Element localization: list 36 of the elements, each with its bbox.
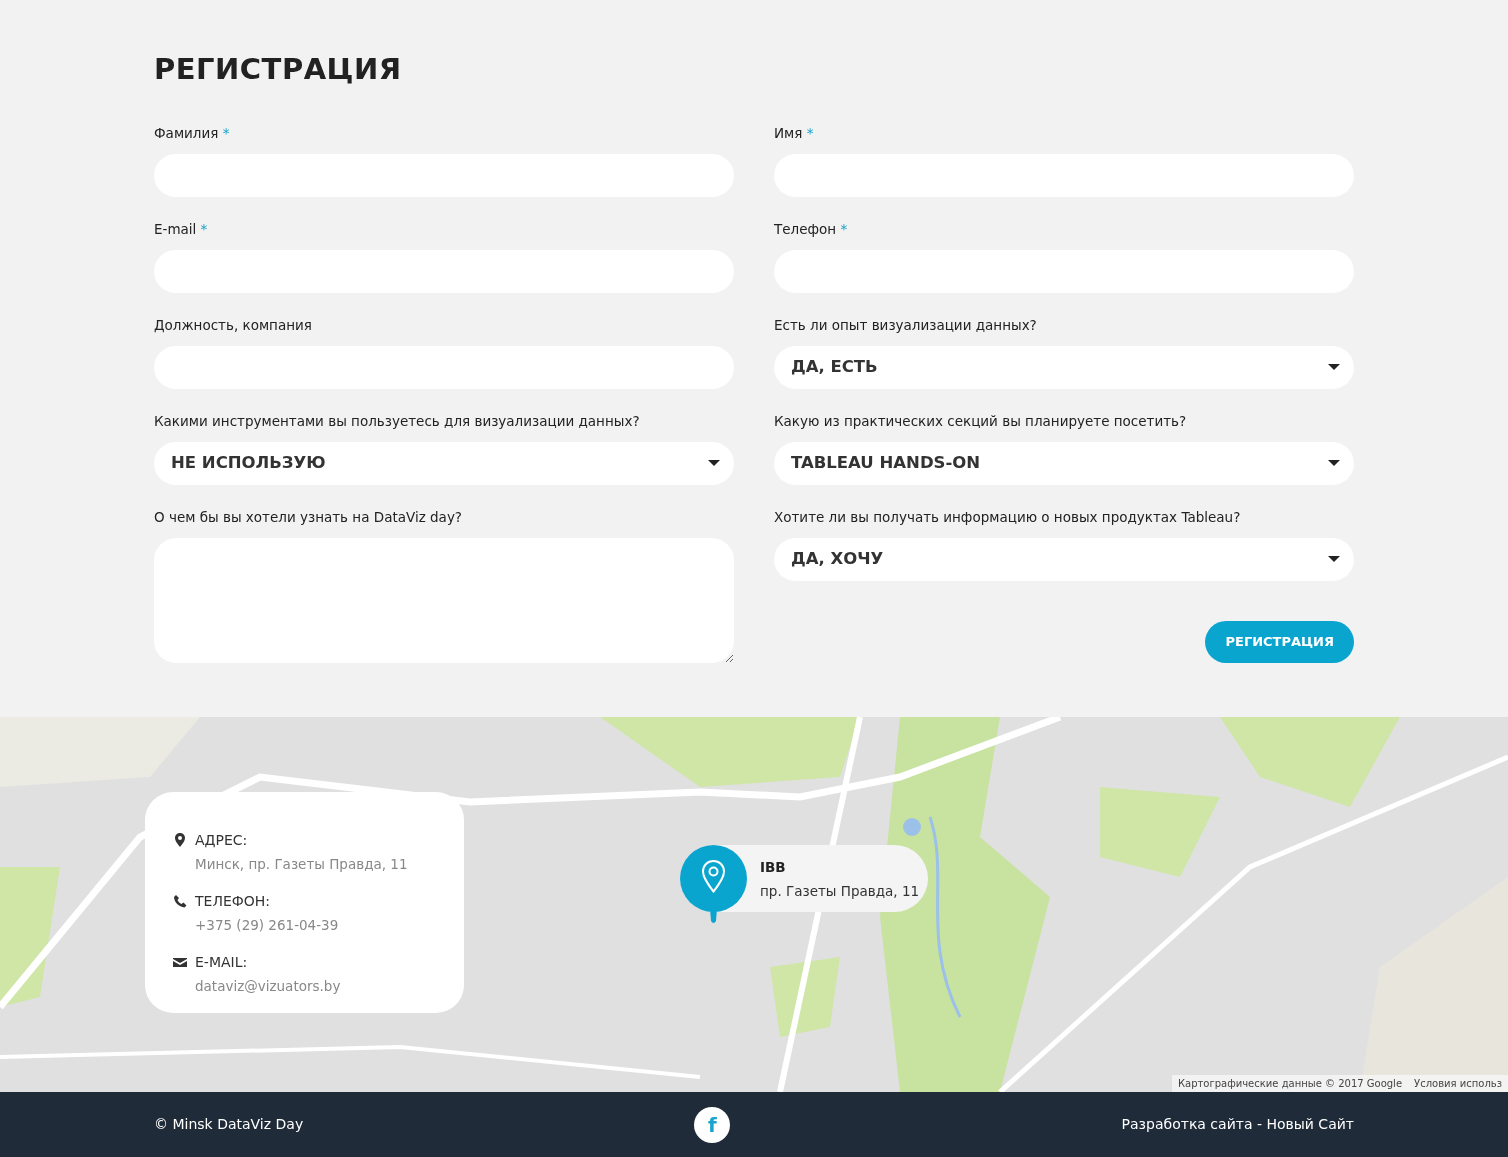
map-pin-icon[interactable] [680, 845, 747, 925]
map-attribution: Картографические данные © 2017 Google [1176, 1077, 1404, 1091]
credit-text: Разработка сайта - Новый Сайт [1121, 1115, 1354, 1134]
field-label: E-mail * [154, 219, 208, 239]
caret-icon [1328, 364, 1340, 371]
field-label: Фамилия * [154, 123, 230, 143]
field-label: Какими инструментами вы пользуетесь для визуализации данных? [154, 411, 640, 431]
text-area[interactable] [154, 537, 734, 663]
select-field[interactable]: ДА, ЕСТЬ [774, 345, 1354, 389]
contact-heading: АДРЕС: [195, 831, 248, 850]
field-label: Хотите ли вы получать информацию о новых продуктах Tableau? [774, 507, 1241, 527]
select-field[interactable]: TABLEAU HANDS-ON [774, 441, 1354, 485]
contact-heading: ТЕЛЕФОН: [195, 892, 271, 911]
contact-heading: E-MAIL: [195, 953, 248, 972]
caret-icon [708, 460, 720, 467]
contact-text: Минск, пр. Газеты Правда, 11 [195, 855, 408, 874]
select-field[interactable]: НЕ ИСПОЛЬЗУЮ [154, 441, 734, 485]
contact-text: dataviz@vizuators.by [195, 977, 341, 996]
field-label: Какую из практических секций вы планируете посетить? [774, 411, 1187, 431]
marker-address: пр. Газеты Правда, 11 [760, 881, 920, 901]
contact-text: +375 (29) 261-04-39 [195, 916, 339, 935]
field-label: Телефон * [774, 219, 848, 239]
terms-link[interactable]: Условия использ [1408, 1075, 1508, 1092]
select-field[interactable]: ДА, ХОЧУ [774, 537, 1354, 581]
field-label: Имя * [774, 123, 814, 143]
phone-icon [173, 894, 187, 908]
field-label: Должность, компания [154, 315, 312, 335]
page-title: РЕГИСТРАЦИЯ [154, 52, 403, 87]
caret-icon [1328, 556, 1340, 563]
envelope-icon [173, 955, 187, 969]
field-label: Есть ли опыт визуализации данных? [774, 315, 1037, 335]
field-label: О чем бы вы хотели узнать на DataViz day? [154, 507, 463, 527]
caret-icon [1328, 460, 1340, 467]
map-pin-icon [173, 833, 187, 847]
marker-title: IBB [760, 857, 786, 877]
copyright-text: © Minsk DataViz Day [154, 1115, 304, 1134]
